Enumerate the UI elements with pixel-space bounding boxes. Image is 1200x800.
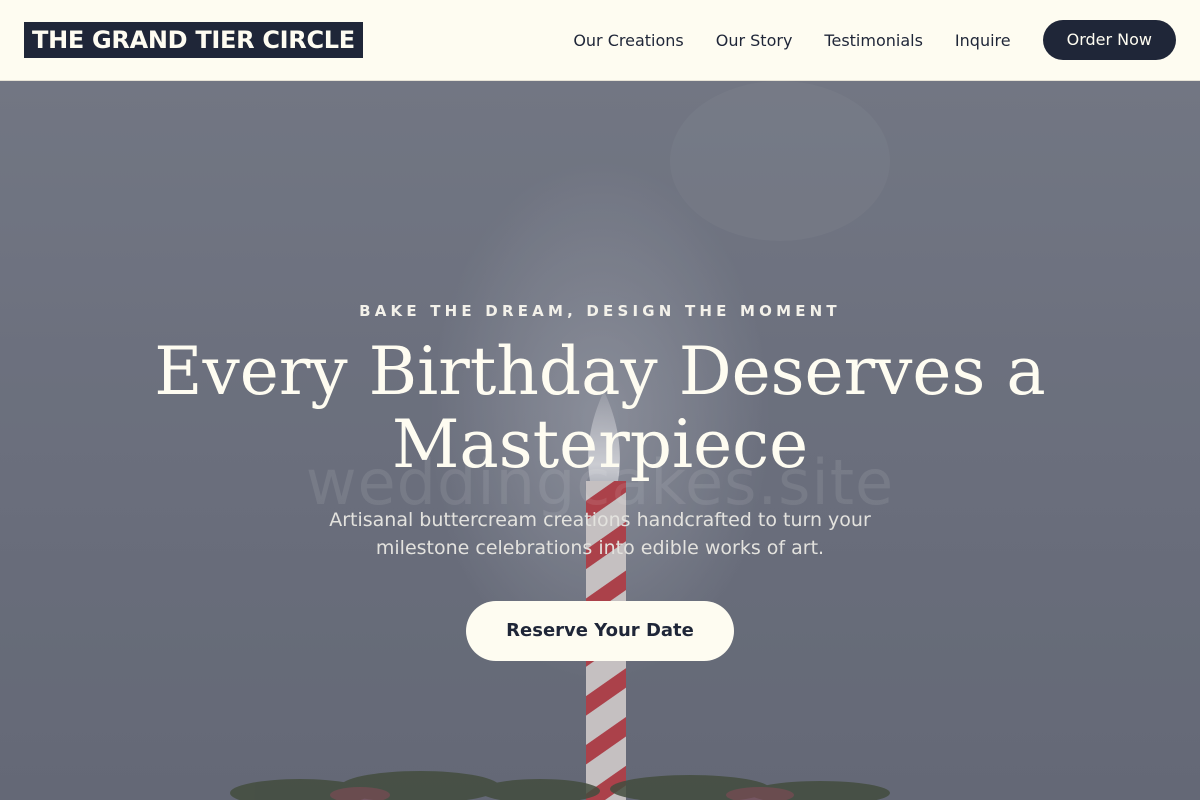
- nav-link-our-creations[interactable]: Our Creations: [573, 31, 683, 50]
- order-now-button[interactable]: Order Now: [1042, 20, 1176, 60]
- nav-link-testimonials[interactable]: Testimonials: [824, 31, 923, 50]
- main-nav: Our Creations Our Story Testimonials Inq…: [541, 20, 1176, 60]
- nav-link-inquire[interactable]: Inquire: [955, 31, 1011, 50]
- site-logo[interactable]: THE GRAND TIER CIRCLE: [24, 22, 363, 58]
- hero-section: weddingcakes.site BAKE THE DREAM, DESIGN…: [0, 81, 1200, 800]
- nav-link-our-story[interactable]: Our Story: [716, 31, 793, 50]
- hero-headline: Every Birthday Deserves a Masterpiece: [154, 333, 1046, 483]
- reserve-date-button[interactable]: Reserve Your Date: [466, 601, 734, 661]
- hero-content: BAKE THE DREAM, DESIGN THE MOMENT Every …: [0, 81, 1200, 800]
- hero-eyebrow: BAKE THE DREAM, DESIGN THE MOMENT: [359, 302, 841, 320]
- site-header: THE GRAND TIER CIRCLE Our Creations Our …: [0, 0, 1200, 81]
- hero-subtext: Artisanal buttercream creations handcraf…: [329, 509, 871, 559]
